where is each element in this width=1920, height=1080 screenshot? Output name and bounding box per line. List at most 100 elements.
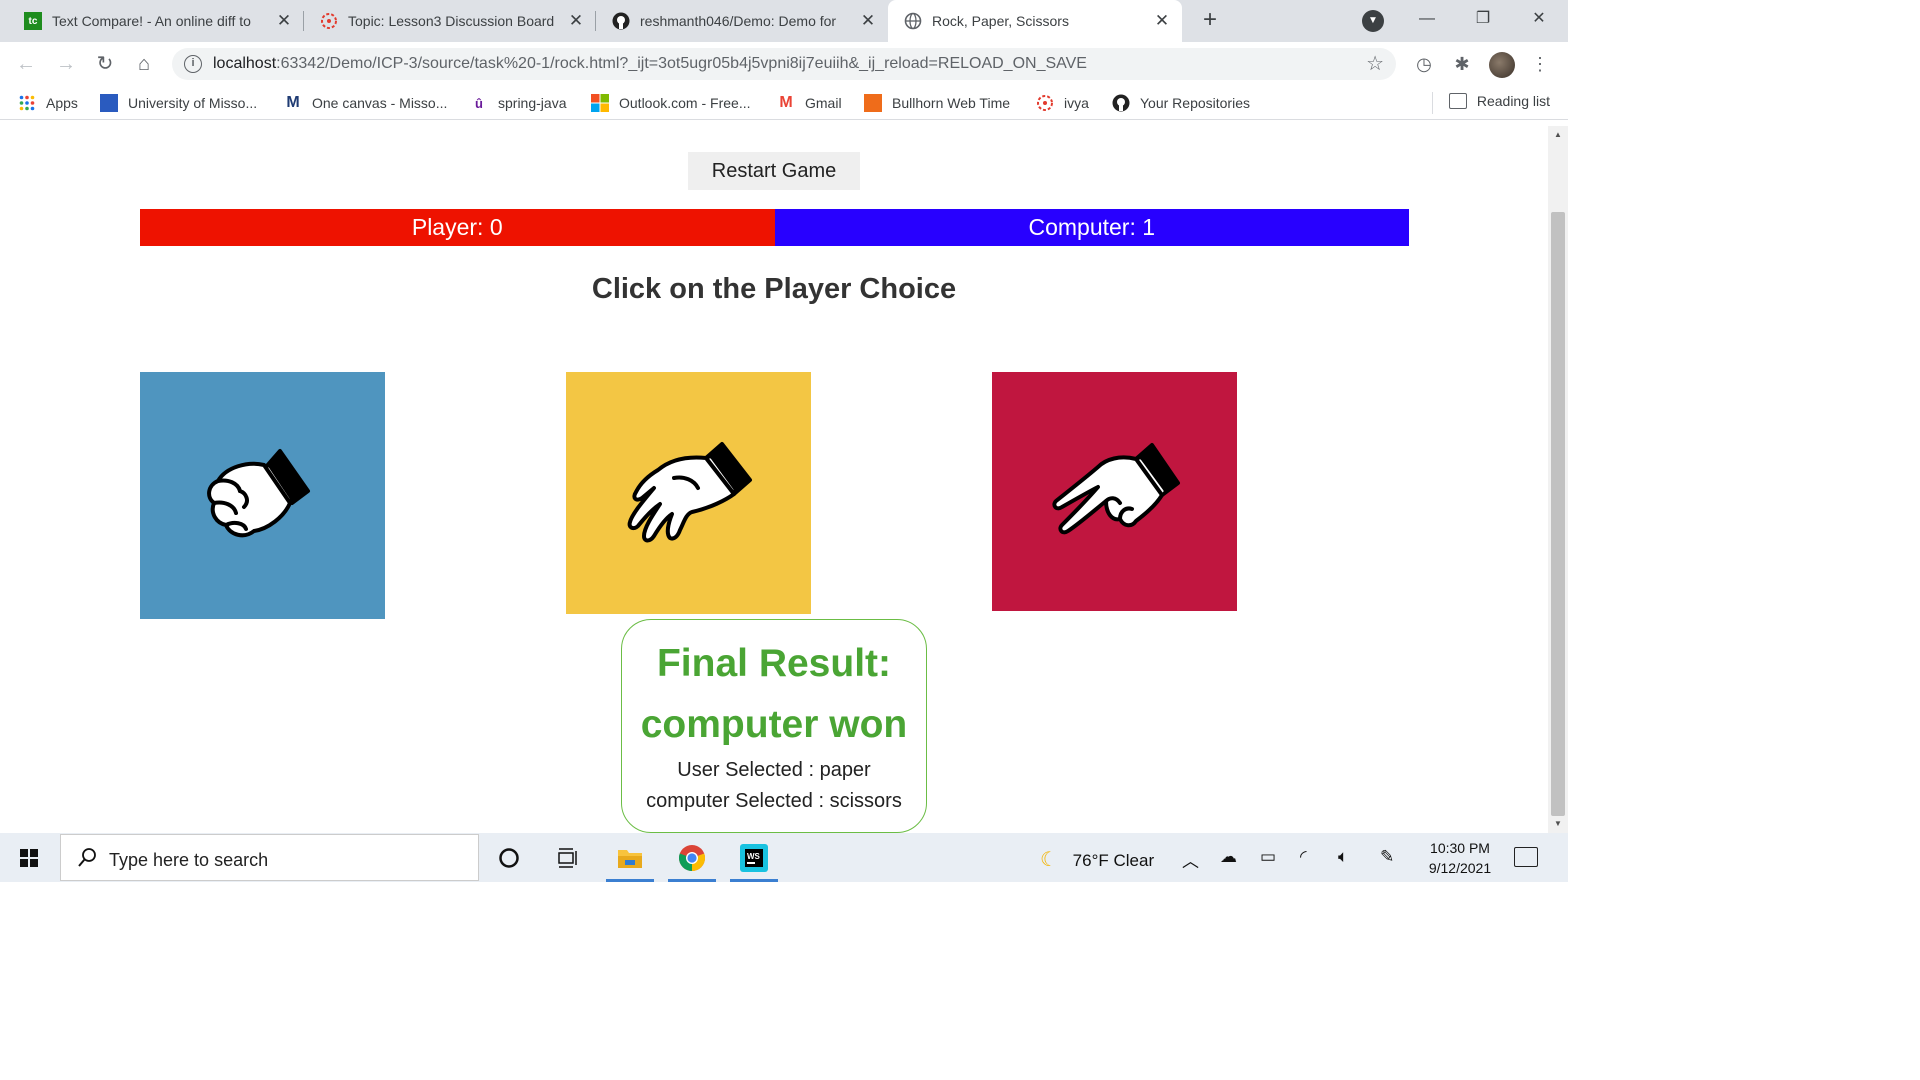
menu-kebab-icon[interactable]: ⋮: [1528, 52, 1552, 76]
pen-workspace-icon[interactable]: ✎: [1380, 847, 1394, 867]
wifi-icon[interactable]: ◜: [1300, 847, 1307, 867]
tab-rock-paper-scissors[interactable]: Rock, Paper, Scissors ✕: [888, 0, 1182, 42]
tab-text-compare[interactable]: tc Text Compare! - An online diff to ✕: [8, 0, 304, 42]
battery-icon[interactable]: ▭: [1260, 847, 1276, 867]
bookmark-label: One canvas - Misso...: [312, 95, 448, 111]
scroll-down-icon[interactable]: ▼: [1548, 817, 1568, 831]
tab-search-icon[interactable]: ▼: [1362, 10, 1384, 32]
close-tab-icon[interactable]: ✕: [1152, 11, 1172, 31]
new-tab-icon[interactable]: +: [1196, 6, 1224, 34]
tab-title: Topic: Lesson3 Discussion Board: [348, 13, 555, 29]
bookmark-university[interactable]: University of Misso...: [100, 93, 257, 113]
canvas-m-logo-icon: M: [286, 94, 300, 111]
restore-icon[interactable]: ❐: [1460, 4, 1506, 34]
page-scrollbar[interactable]: ▲ ▼: [1548, 126, 1568, 833]
tab-title: Rock, Paper, Scissors: [932, 13, 1069, 29]
paper-open-hand-icon: [627, 442, 752, 543]
clock-time: 10:30 PM: [1430, 840, 1490, 856]
canvas-favicon-icon: [320, 12, 338, 30]
minimize-icon[interactable]: —: [1404, 4, 1450, 34]
search-icon: [78, 848, 96, 867]
bookmark-label: Gmail: [805, 95, 842, 111]
bookmark-label: Your Repositories: [1140, 95, 1250, 111]
onedrive-cloud-icon[interactable]: ☁: [1220, 847, 1237, 867]
moon-icon: ☾: [1040, 849, 1058, 871]
bookmark-apps[interactable]: Apps: [18, 93, 78, 113]
notification-center-icon[interactable]: [1514, 847, 1538, 867]
bookmark-spring-java[interactable]: û spring-java: [470, 93, 566, 113]
tab-title: reshmanth046/Demo: Demo for: [640, 13, 837, 29]
bookmark-outlook[interactable]: Outlook.com - Free...: [591, 93, 750, 113]
spring-java-icon: û: [475, 95, 483, 111]
reading-list-button[interactable]: Reading list: [1448, 93, 1550, 109]
bookmark-label: University of Misso...: [128, 95, 258, 111]
user-selection-text: User Selected : paper: [677, 759, 871, 781]
close-tab-icon[interactable]: ✕: [858, 11, 878, 31]
windows-taskbar: Type here to search WS ☾ 76°F Clear ︿ ☁ …: [0, 833, 1568, 882]
bookmark-ivya[interactable]: ivya: [1036, 93, 1089, 113]
bookmark-bullhorn[interactable]: Bullhorn Web Time: [864, 93, 1010, 113]
performance-extension-icon[interactable]: ◷: [1412, 52, 1436, 76]
extensions-puzzle-icon[interactable]: ✱: [1450, 52, 1474, 76]
url-text[interactable]: localhost:63342/Demo/ICP-3/source/task%2…: [213, 55, 1087, 73]
github-favicon-icon: [612, 12, 630, 30]
bookmark-gmail[interactable]: M Gmail: [777, 93, 842, 113]
paper-choice-button[interactable]: [566, 372, 811, 614]
gmail-icon: M: [779, 94, 793, 111]
bookmark-your-repositories[interactable]: Your Repositories: [1112, 93, 1250, 113]
weather-text: 76°F Clear: [1072, 851, 1155, 870]
text-compare-favicon-icon: tc: [24, 12, 42, 30]
close-tab-icon[interactable]: ✕: [566, 11, 586, 31]
system-clock[interactable]: 10:30 PM 9/12/2021: [1412, 838, 1508, 878]
page-heading: Click on the Player Choice: [591, 273, 957, 305]
bookmarks-divider: [1432, 92, 1433, 114]
scroll-up-icon[interactable]: ▲: [1548, 128, 1568, 142]
reading-list-label: Reading list: [1476, 93, 1550, 109]
computer-selection-text: computer Selected : scissors: [646, 790, 902, 812]
tab-discussion-board[interactable]: Topic: Lesson3 Discussion Board ✕: [304, 0, 596, 42]
bookmark-label: Apps: [46, 95, 78, 111]
result-panel: Final Result: computer won User Selected…: [621, 619, 927, 833]
bookmark-star-icon[interactable]: ☆: [1366, 51, 1384, 76]
bookmark-label: Bullhorn Web Time: [892, 95, 1011, 111]
windows-logo-icon: [20, 849, 38, 867]
file-explorer-icon[interactable]: [606, 842, 654, 882]
browser-toolbar: ← → ↻ ⌂ i localhost:63342/Demo/ICP-3/sou…: [0, 42, 1568, 86]
rock-choice-button[interactable]: [140, 372, 385, 619]
clock-date: 9/12/2021: [1428, 860, 1492, 876]
webstorm-icon[interactable]: WS: [730, 842, 778, 882]
github-icon: [1112, 94, 1130, 112]
forward-arrow-icon[interactable]: →: [52, 50, 80, 78]
scoreboard: Player: 0 Computer: 1: [140, 209, 1409, 246]
volume-icon[interactable]: 🔈︎: [1338, 847, 1348, 867]
scissors-choice-button[interactable]: [992, 372, 1237, 611]
back-arrow-icon[interactable]: ←: [12, 50, 40, 78]
result-title: Final Result:: [656, 642, 892, 685]
scrollbar-thumb[interactable]: [1551, 212, 1565, 816]
scissors-hand-icon: [1051, 442, 1180, 534]
restart-game-button[interactable]: Restart Game: [688, 152, 860, 190]
start-button[interactable]: [0, 833, 60, 882]
svg-text:WS: WS: [747, 852, 761, 861]
weather-widget[interactable]: ☾ 76°F Clear: [1040, 847, 1154, 872]
close-tab-icon[interactable]: ✕: [274, 11, 294, 31]
reload-icon[interactable]: ↻: [91, 50, 119, 78]
profile-avatar[interactable]: [1489, 52, 1515, 78]
task-view-icon[interactable]: [552, 842, 584, 874]
close-window-icon[interactable]: ✕: [1516, 4, 1562, 34]
home-icon[interactable]: ⌂: [130, 50, 158, 78]
show-hidden-icons-chevron-icon[interactable]: ︿: [1182, 847, 1199, 872]
globe-favicon-icon: [904, 12, 922, 30]
taskbar-search-box[interactable]: Type here to search: [60, 834, 479, 881]
bookmark-label: spring-java: [498, 95, 567, 111]
site-info-icon[interactable]: i: [184, 55, 202, 73]
cortana-icon[interactable]: [493, 842, 525, 874]
tab-github-demo[interactable]: reshmanth046/Demo: Demo for ✕: [596, 0, 888, 42]
bookmark-one-canvas[interactable]: M One canvas - Misso...: [284, 93, 447, 113]
microsoft-logo-icon: [591, 94, 609, 112]
address-bar[interactable]: i localhost:63342/Demo/ICP-3/source/task…: [172, 48, 1396, 80]
chrome-icon[interactable]: [668, 842, 716, 882]
browser-tab-strip: tc Text Compare! - An online diff to ✕ T…: [0, 0, 1568, 42]
bookmark-label: ivya: [1064, 95, 1089, 111]
result-outcome: computer won: [640, 703, 908, 746]
